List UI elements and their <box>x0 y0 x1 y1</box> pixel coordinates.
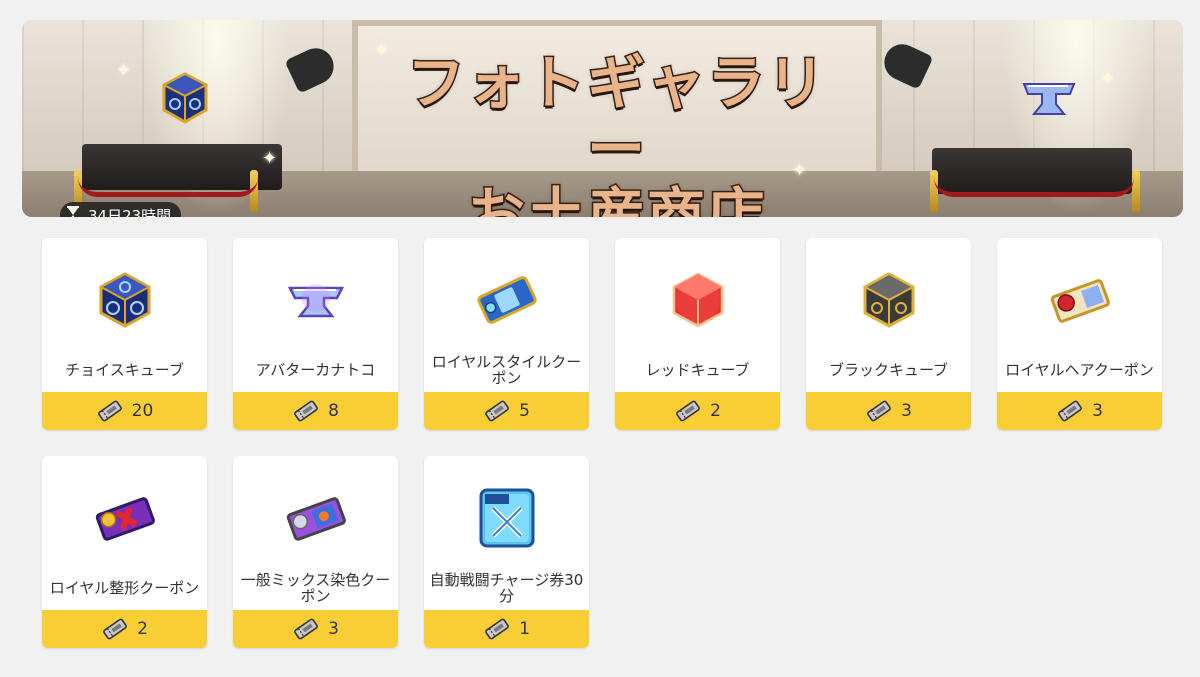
anvil-icon <box>1022 83 1076 115</box>
item-price: 2 <box>137 619 148 639</box>
mix-dye-coupon-icon <box>286 497 346 541</box>
sparkle-icon: ✦ <box>1100 68 1116 89</box>
shop-item-choice-cube[interactable]: チョイスキューブ 20 <box>42 238 207 430</box>
item-price-bar: 5 <box>424 392 589 430</box>
item-price: 8 <box>328 401 339 421</box>
item-price-bar: 2 <box>42 610 207 648</box>
item-price: 3 <box>901 401 912 421</box>
item-price-bar: 20 <box>42 392 207 430</box>
item-price: 1 <box>519 619 530 639</box>
shop-page: ✦ ✦ ✦ ✦ ✦ フォトギャラリー お土産商店 34日23時間 チョイスキュー… <box>0 0 1200 677</box>
shop-banner: ✦ ✦ ✦ ✦ ✦ フォトギャラリー お土産商店 34日23時間 <box>22 20 1183 217</box>
item-price-bar: 1 <box>424 610 589 648</box>
anvil-icon <box>287 284 344 318</box>
item-name: ロイヤル整形クーポン <box>49 579 200 597</box>
ticket-icon <box>485 400 509 422</box>
item-price-bar: 3 <box>233 610 398 648</box>
item-name: 一般ミックス染色クーポン <box>240 571 391 605</box>
item-name: 自動戦闘チャージ券30分 <box>429 571 584 605</box>
ticket-icon <box>294 400 318 422</box>
shop-item-royal-face-coupon[interactable]: ロイヤル整形クーポン 2 <box>42 456 207 648</box>
red-cube-icon <box>672 272 723 328</box>
banner-title: フォトギャラリー お土産商店 <box>402 49 832 218</box>
item-name: レッドキューブ <box>645 361 750 379</box>
sparkle-icon: ✦ <box>116 60 132 81</box>
ticket-icon <box>97 400 122 422</box>
auto-battle-ticket-icon <box>479 488 534 548</box>
ticket-icon <box>676 400 700 422</box>
ticket-icon <box>867 400 891 422</box>
sparkle-icon: ✦ <box>374 40 390 61</box>
event-timer: 34日23時間 <box>60 202 182 218</box>
shop-item-royal-hair-coupon[interactable]: ロイヤルヘアクーポン 3 <box>997 238 1162 430</box>
shop-item-black-cube[interactable]: ブラックキューブ 3 <box>806 238 971 430</box>
choice-cube-icon <box>98 272 151 328</box>
hourglass-icon <box>67 206 79 217</box>
item-price: 5 <box>519 401 530 421</box>
item-price: 2 <box>710 401 721 421</box>
item-name: ロイヤルヘアクーポン <box>1005 361 1154 379</box>
shop-item-red-cube[interactable]: レッドキューブ 2 <box>615 238 780 430</box>
shop-item-royal-style-coupon[interactable]: ロイヤルスタイルクーポン 5 <box>424 238 589 430</box>
item-price-bar: 3 <box>997 392 1162 430</box>
banner-title-line1: フォトギャラリー <box>405 49 827 184</box>
timer-text: 34日23時間 <box>88 206 172 218</box>
item-name: ブラックキューブ <box>828 361 949 379</box>
shop-item-auto-battle-ticket[interactable]: 自動戦闘チャージ券30分 1 <box>424 456 589 648</box>
item-price: 3 <box>328 619 339 639</box>
ticket-icon <box>485 618 509 640</box>
shop-item-mix-dye-coupon[interactable]: 一般ミックス染色クーポン 3 <box>233 456 398 648</box>
item-price: 20 <box>131 401 154 421</box>
item-price-bar: 8 <box>233 392 398 430</box>
ticket-icon <box>103 618 127 640</box>
shop-item-avatar-anvil[interactable]: アバターカナトコ 8 <box>233 238 398 430</box>
royal-face-coupon-icon <box>95 497 155 541</box>
item-name: ロイヤルスタイルクーポン <box>431 353 582 387</box>
item-name: チョイスキューブ <box>65 361 184 379</box>
item-price-bar: 2 <box>615 392 780 430</box>
royal-hair-coupon-icon <box>1050 279 1110 323</box>
choice-cube-icon <box>162 72 208 124</box>
item-name: アバターカナトコ <box>255 361 376 379</box>
sparkle-icon: ✦ <box>262 148 278 169</box>
royal-style-coupon-icon <box>476 276 537 324</box>
black-cube-icon <box>862 272 915 328</box>
item-price: 3 <box>1092 401 1103 421</box>
ticket-icon <box>1058 400 1082 422</box>
banner-title-line2: お土産商店 <box>465 181 767 218</box>
ticket-icon <box>294 618 318 640</box>
item-price-bar: 3 <box>806 392 971 430</box>
